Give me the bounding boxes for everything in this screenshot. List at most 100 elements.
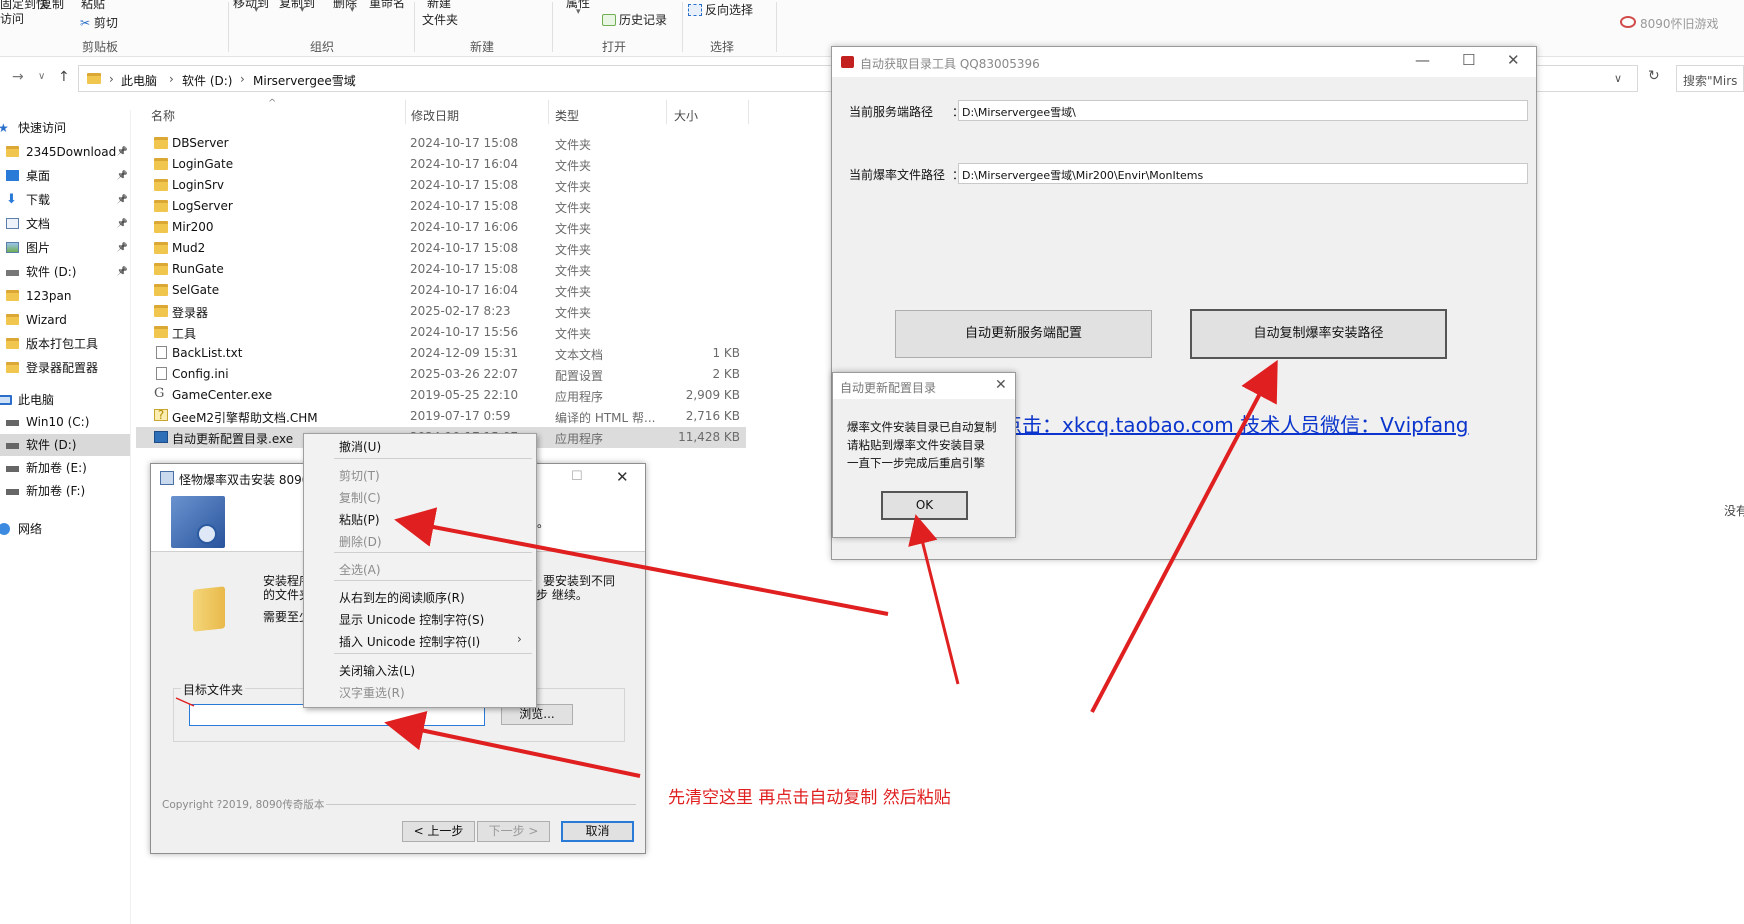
new-folder-button[interactable]: 文件夹 [422, 11, 458, 28]
file-row[interactable]: DBServer 2024-10-17 15:08 文件夹 [136, 133, 746, 154]
tool-window-titlebar[interactable]: 自动获取目录工具 QQ83005396 — ☐ ✕ [832, 47, 1536, 77]
menu-item-close-ime[interactable]: 关闭输入法(L) [339, 662, 415, 679]
minimize-icon[interactable]: — [1415, 51, 1430, 69]
server-path-field[interactable]: D:\Mirservergee雪域\ [958, 100, 1528, 121]
file-row[interactable]: RunGate 2024-10-17 15:08 文件夹 [136, 259, 746, 280]
pin-icon[interactable]: 📌 [117, 213, 128, 235]
file-row[interactable]: G GameCenter.exe 2019-05-25 22:10 应用程序 2,909… [136, 385, 746, 406]
file-row[interactable]: ? GeeM2引擎帮助文档.CHM 2019-07-17 0:59 编译的 HTML … [136, 406, 746, 427]
file-row[interactable]: Config.ini 2025-03-26 22:07 配置设置 2 KB [136, 364, 746, 385]
copy-to-button[interactable]: 复制到 [279, 0, 315, 11]
ribbon-divider [682, 2, 683, 52]
file-type: 文件夹 [555, 159, 592, 173]
rename-button[interactable]: 重命名 [369, 0, 405, 11]
menu-item-undo[interactable]: 撤消(U) [339, 438, 381, 455]
file-row[interactable]: Mir200 2024-10-17 16:06 文件夹 [136, 217, 746, 238]
close-icon[interactable]: ✕ [1507, 51, 1520, 69]
nav-item[interactable]: ⬇ 下载 📌 [0, 189, 130, 211]
menu-item-copy[interactable]: 复制(C) [339, 489, 381, 506]
download-icon: ⬇ [6, 192, 17, 207]
column-divider[interactable] [748, 100, 749, 124]
file-row[interactable]: LogServer 2024-10-17 15:08 文件夹 [136, 196, 746, 217]
nav-item[interactable]: 登录器配置器 [0, 357, 130, 379]
move-to-chevron-icon: ▾ [254, 5, 259, 15]
maximize-icon[interactable]: ☐ [1462, 51, 1475, 69]
menu-item-show-unicode[interactable]: 显示 Unicode 控制字符(S) [339, 611, 484, 628]
column-header-type[interactable]: 类型 [555, 107, 579, 124]
column-divider[interactable] [548, 100, 549, 124]
ok-button[interactable]: OK [881, 491, 968, 520]
close-icon[interactable]: ✕ [616, 468, 629, 486]
recent-chevron-icon[interactable]: ∨ [38, 71, 45, 82]
next-button[interactable]: 下一步 > [477, 821, 550, 842]
refresh-icon[interactable]: ↻ [1648, 68, 1660, 84]
file-row[interactable]: 工具 2024-10-17 15:56 文件夹 [136, 322, 746, 343]
cut-button[interactable]: ✂ 剪切 [80, 14, 118, 31]
pin-icon[interactable]: 📌 [117, 189, 128, 211]
folder-icon [154, 200, 168, 212]
contact-link[interactable]: 点击：xkcq.taobao.com 技术人员微信：Vvipfang [1002, 409, 1469, 438]
nav-drive-item[interactable]: Win10 (C:) [0, 411, 130, 433]
nav-item[interactable]: 版本打包工具 [0, 333, 130, 355]
column-divider[interactable] [666, 100, 667, 124]
nav-item[interactable]: 2345Download 📌 [0, 141, 130, 163]
menu-item-reconvert[interactable]: 汉字重选(R) [339, 684, 405, 701]
file-row[interactable]: LoginSrv 2024-10-17 15:08 文件夹 [136, 175, 746, 196]
nav-network[interactable]: 网络 [0, 518, 130, 540]
cancel-button[interactable]: 取消 [561, 821, 634, 842]
column-divider[interactable] [405, 100, 406, 124]
nav-item[interactable]: 图片 📌 [0, 237, 130, 259]
file-row[interactable]: LoginGate 2024-10-17 16:04 文件夹 [136, 154, 746, 175]
file-row[interactable]: SelGate 2024-10-17 16:04 文件夹 [136, 280, 746, 301]
pin-icon[interactable]: 📌 [117, 237, 128, 259]
column-header-date[interactable]: 修改日期 [411, 107, 459, 124]
back-button[interactable]: < 上一步 [402, 821, 475, 842]
menu-item-cut[interactable]: 剪切(T) [339, 467, 380, 484]
close-icon[interactable]: ✕ [995, 377, 1007, 393]
nav-item[interactable]: Wizard [0, 309, 130, 331]
breadcrumb-this-pc[interactable]: 此电脑 [121, 72, 157, 89]
copy-button[interactable]: 复制 [40, 0, 64, 12]
menu-item-delete[interactable]: 删除(D) [339, 533, 382, 550]
nav-this-pc[interactable]: 此电脑 [0, 389, 130, 411]
menu-item-select-all[interactable]: 全选(A) [339, 561, 381, 578]
address-history-chevron-icon[interactable]: ∨ [1614, 72, 1622, 85]
move-to-button[interactable]: 移动到 [233, 0, 269, 11]
auto-copy-drop-path-button[interactable]: 自动复制爆率安装路径 [1190, 309, 1447, 359]
paste-button[interactable]: 粘贴 [81, 0, 105, 12]
column-header-name[interactable]: 名称 [151, 107, 175, 124]
nav-item[interactable]: 软件 (D:) 📌 [0, 261, 130, 283]
maximize-icon[interactable]: ☐ [571, 469, 583, 484]
file-name: BackList.txt [172, 346, 243, 360]
history-button[interactable]: 历史记录 [602, 11, 667, 28]
nav-drive-item[interactable]: 新加卷 (F:) [0, 480, 130, 502]
file-row[interactable]: Mud2 2024-10-17 15:08 文件夹 [136, 238, 746, 259]
back-arrow-icon[interactable]: → [12, 69, 24, 85]
breadcrumb-drive-d[interactable]: 软件 (D:) [182, 72, 232, 89]
nav-item[interactable]: 桌面 📌 [0, 165, 130, 187]
column-header-size[interactable]: 大小 [674, 107, 698, 124]
file-row[interactable]: BackList.txt 2024-12-09 15:31 文本文档 1 KB [136, 343, 746, 364]
pin-icon[interactable]: 📌 [117, 141, 128, 163]
breadcrumb-current-folder[interactable]: Mirservergee雪域 [253, 72, 356, 89]
auto-update-server-config-button[interactable]: 自动更新服务端配置 [895, 310, 1152, 358]
new-folder-button-top[interactable]: 新建 [427, 0, 451, 11]
nav-item[interactable]: 文档 📌 [0, 213, 130, 235]
invert-selection-button[interactable]: 反向选择 [688, 1, 753, 18]
organize-group-label: 组织 [310, 40, 335, 54]
nav-quick-access[interactable]: ★ 快速访问 [0, 117, 130, 139]
search-input[interactable]: 搜索"Mirs [1676, 65, 1744, 92]
message-box-titlebar[interactable]: 自动更新配置目录 ✕ [833, 373, 1015, 399]
file-row[interactable]: 登录器 2025-02-17 8:23 文件夹 [136, 301, 746, 322]
file-type: 文件夹 [555, 306, 592, 320]
pin-icon[interactable]: 📌 [117, 165, 128, 187]
pin-icon[interactable]: 📌 [117, 261, 128, 283]
drop-path-field[interactable]: D:\Mirservergee雪域\Mir200\Envir\MonItems [958, 163, 1528, 184]
menu-item-insert-unicode[interactable]: 插入 Unicode 控制字符(I) [339, 633, 480, 650]
menu-item-rtl-reading[interactable]: 从右到左的阅读顺序(R) [339, 589, 465, 606]
nav-drive-item[interactable]: 软件 (D:) [0, 434, 130, 456]
menu-item-paste[interactable]: 粘贴(P) [339, 511, 380, 528]
nav-drive-item[interactable]: 新加卷 (E:) [0, 457, 130, 479]
nav-item[interactable]: 123pan [0, 285, 130, 307]
up-arrow-icon[interactable]: ↑ [58, 69, 70, 85]
